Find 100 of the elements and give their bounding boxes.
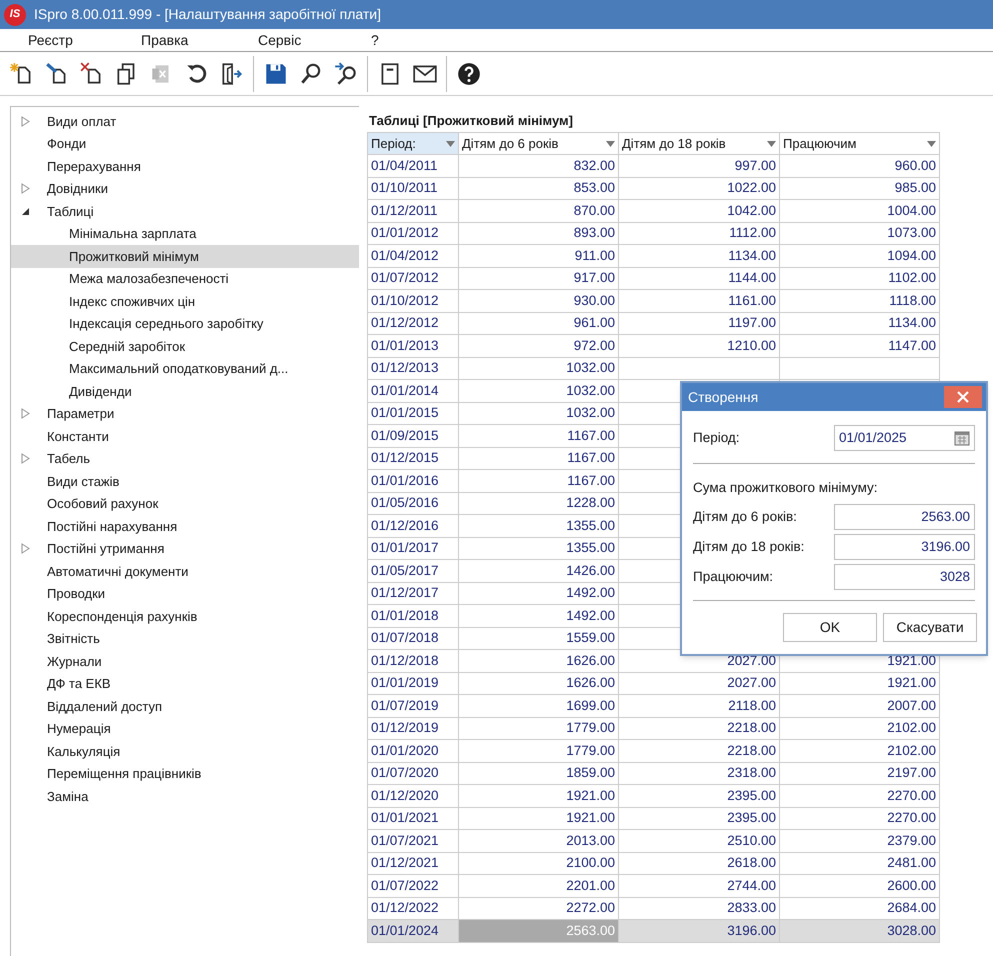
tree-item[interactable]: Види оплат <box>11 110 359 132</box>
input-field[interactable]: 3028 <box>834 564 975 590</box>
table-cell: 2379.00 <box>780 830 940 852</box>
tree-item[interactable]: Калькуляція <box>11 740 359 762</box>
field-value: 01/01/2025 <box>839 428 907 447</box>
tree-item[interactable]: Індексація середнього заробітку <box>11 312 359 335</box>
tree-item[interactable]: Таблиці <box>11 200 359 222</box>
tree-item[interactable]: Перерахування <box>11 155 359 178</box>
tree-item[interactable]: Межа малозабезпеченості <box>11 268 359 290</box>
menu-item[interactable]: Правка <box>113 30 230 50</box>
column-label: Період: <box>371 134 416 153</box>
table-cell: 01/01/2015 <box>368 402 459 425</box>
dropdown-icon[interactable] <box>446 140 455 146</box>
table-cell: 2013.00 <box>459 830 619 852</box>
menu-item[interactable]: Сервіс <box>230 30 343 50</box>
table-cell: 997.00 <box>619 155 780 178</box>
collapsed-arrow-icon[interactable] <box>21 183 30 194</box>
table-cell: 01/12/2021 <box>368 852 459 875</box>
table-cell: 2318.00 <box>619 762 780 785</box>
tree-item[interactable]: Види стажів <box>11 470 359 492</box>
tree-item[interactable]: Заміна <box>11 785 359 808</box>
tree-item[interactable]: Автоматичні документи <box>11 560 359 582</box>
column-header[interactable]: Дітям до 6 років <box>459 133 619 155</box>
table-cell: 2270.00 <box>780 785 940 808</box>
tree-item[interactable]: Індекс споживчих цін <box>11 290 359 312</box>
table-cell: 853.00 <box>459 178 619 200</box>
tree-item[interactable]: Прожитковий мінімум <box>11 245 359 268</box>
tree-item[interactable]: Проводки <box>11 582 359 605</box>
tree-item[interactable]: Нумерація <box>11 718 359 740</box>
dropdown-icon[interactable] <box>767 140 776 146</box>
table-cell: 2218.00 <box>619 718 780 740</box>
tree-item[interactable]: Максимальний оподатковуваний д... <box>11 358 359 380</box>
input-field[interactable]: 3196.00 <box>834 534 975 560</box>
tree-item[interactable]: Постійні утримання <box>11 538 359 560</box>
collapsed-arrow-icon[interactable] <box>21 543 30 554</box>
table-cell: 01/12/2018 <box>368 650 459 672</box>
menu-item[interactable]: Реєстр <box>0 30 113 50</box>
table-cell: 3196.00 <box>619 920 780 942</box>
table-cell: 01/10/2011 <box>368 178 459 200</box>
table-cell: 01/01/2012 <box>368 222 459 245</box>
table-cell: 01/12/2012 <box>368 312 459 335</box>
dialog-title: Створення <box>688 388 758 407</box>
table-cell: 2102.00 <box>780 740 940 762</box>
table-cell: 1492.00 <box>459 605 619 628</box>
calendar-icon[interactable] <box>954 430 970 446</box>
tree-item[interactable]: ДФ та ЕКВ <box>11 672 359 695</box>
tree-item[interactable]: Особовий рахунок <box>11 492 359 515</box>
field-label: Працюючим: <box>693 568 774 586</box>
dropdown-icon[interactable] <box>927 140 936 146</box>
column-header[interactable]: Працюючим <box>780 133 940 155</box>
table-cell: 1859.00 <box>459 762 619 785</box>
tree-item[interactable]: Середній заробіток <box>11 335 359 358</box>
table-cell: 1779.00 <box>459 740 619 762</box>
tree-item[interactable]: Константи <box>11 425 359 448</box>
table-cell: 893.00 <box>459 222 619 245</box>
tree-item[interactable]: Параметри <box>11 402 359 425</box>
table-cell: 2833.00 <box>619 898 780 920</box>
table-cell: 2270.00 <box>780 808 940 830</box>
tree-item[interactable]: Віддалений доступ <box>11 695 359 718</box>
column-header[interactable]: Дітям до 18 років <box>619 133 780 155</box>
tree-item[interactable]: Табель <box>11 448 359 470</box>
collapsed-arrow-icon[interactable] <box>21 453 30 464</box>
tree-item[interactable]: Дивіденди <box>11 380 359 402</box>
table-cell: 01/05/2016 <box>368 492 459 515</box>
table-cell: 1626.00 <box>459 650 619 672</box>
tree-item[interactable]: Переміщення працівників <box>11 762 359 785</box>
expanded-arrow-icon[interactable] <box>21 206 30 216</box>
input-field[interactable]: 01/01/2025 <box>834 425 975 451</box>
table-cell: 01/01/2020 <box>368 740 459 762</box>
field-label: Дітям до 18 років: <box>693 538 804 556</box>
column-label: Дітям до 18 років <box>622 134 726 153</box>
close-button[interactable] <box>944 386 982 408</box>
menu-item[interactable]: ? <box>343 30 383 50</box>
table-cell: 1161.00 <box>619 290 780 312</box>
tree-item[interactable]: Фонди <box>11 132 359 155</box>
table-cell: 1492.00 <box>459 582 619 605</box>
dropdown-icon[interactable] <box>606 140 615 146</box>
tree-item[interactable]: Кореспонденція рахунків <box>11 605 359 628</box>
table-cell: 01/12/2019 <box>368 718 459 740</box>
tree-item[interactable]: Журнали <box>11 650 359 672</box>
collapsed-arrow-icon[interactable] <box>21 116 30 127</box>
table-cell: 1102.00 <box>780 268 940 290</box>
table-cell: 01/07/2020 <box>368 762 459 785</box>
table-cell: 1921.00 <box>459 808 619 830</box>
table-cell: 1032.00 <box>459 380 619 402</box>
table-cell: 1118.00 <box>780 290 940 312</box>
table-cell: 1144.00 <box>619 268 780 290</box>
tree-item[interactable]: Постійні нарахування <box>11 515 359 538</box>
table-cell: 01/05/2017 <box>368 560 459 582</box>
input-field[interactable]: 2563.00 <box>834 504 975 530</box>
table-cell: 1559.00 <box>459 628 619 650</box>
tree-item[interactable]: Звітність <box>11 628 359 650</box>
column-header[interactable]: Період: <box>368 133 459 155</box>
collapsed-arrow-icon[interactable] <box>21 408 30 420</box>
table-cell: 1921.00 <box>780 672 940 695</box>
dialog-button[interactable]: Скасувати <box>883 613 977 642</box>
tree-item[interactable]: Мінімальна зарплата <box>11 222 359 245</box>
tree-item[interactable]: Довідники <box>11 178 359 200</box>
dialog-button[interactable]: OK <box>783 613 877 642</box>
table-cell: 911.00 <box>459 245 619 268</box>
